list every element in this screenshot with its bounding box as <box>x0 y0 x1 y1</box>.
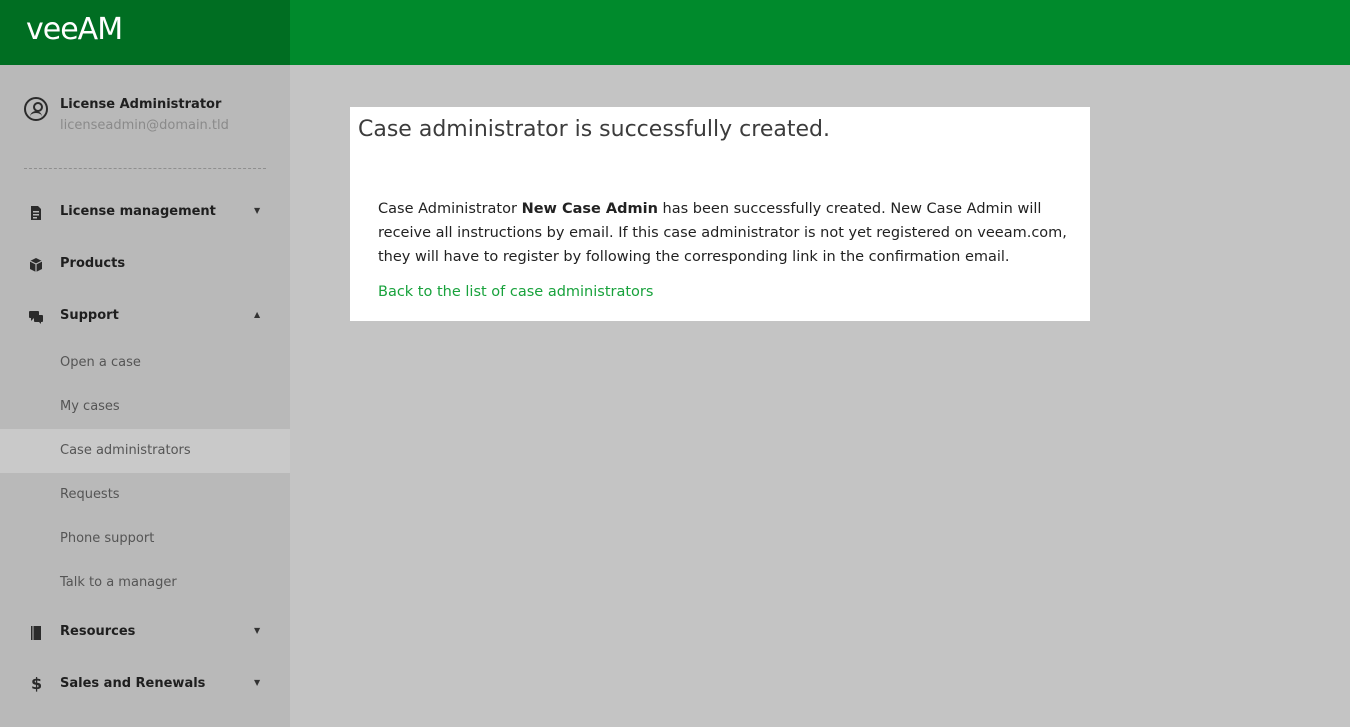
message-prefix: Case Administrator <box>378 201 522 217</box>
sidebar-subitem-label: Talk to a manager <box>60 575 177 590</box>
chat-icon <box>29 311 43 324</box>
document-icon <box>31 206 41 220</box>
back-to-list-link[interactable]: Back to the list of case administrators <box>378 284 653 300</box>
sidebar-subitem-case-administrators[interactable]: Case administrators <box>0 429 290 473</box>
sidebar-item-license-management[interactable]: License management ▼ <box>0 193 290 233</box>
admin-name: New Case Admin <box>521 201 658 217</box>
sidebar-subitem-requests[interactable]: Requests <box>0 473 290 517</box>
sidebar-item-label: License management <box>60 204 216 219</box>
user-email: licenseadmin@domain.tld <box>60 118 229 133</box>
sidebar-divider <box>24 168 266 169</box>
sidebar-item-label: Products <box>60 256 126 271</box>
sidebar-item-sales-and-renewals[interactable]: $ Sales and Renewals ▼ <box>0 665 290 705</box>
sidebar-subitem-talk-to-a-manager[interactable]: Talk to a manager <box>0 561 290 605</box>
confirmation-message: Case Administrator New Case Admin has be… <box>378 197 1078 269</box>
sidebar-item-support[interactable]: Support ▲ <box>0 297 290 337</box>
sidebar-subitem-label: Case administrators <box>60 443 191 458</box>
box-icon <box>29 258 43 272</box>
veeam-logo[interactable]: veeAM <box>26 12 123 47</box>
sidebar: License Administrator licenseadmin@domai… <box>0 65 290 727</box>
chevron-down-icon: ▼ <box>254 206 261 215</box>
sidebar-subitem-label: Phone support <box>60 531 155 546</box>
user-name: License Administrator <box>60 97 222 112</box>
book-icon <box>31 626 41 640</box>
sidebar-item-label: Resources <box>60 624 136 639</box>
sidebar-item-label: Support <box>60 308 119 323</box>
sidebar-subitem-label: Requests <box>60 487 120 502</box>
page-title: Case administrator is successfully creat… <box>358 117 830 142</box>
sidebar-subitem-open-a-case[interactable]: Open a case <box>0 341 290 385</box>
sidebar-subitem-my-cases[interactable]: My cases <box>0 385 290 429</box>
sidebar-item-resources[interactable]: Resources ▼ <box>0 613 290 653</box>
user-profile[interactable]: License Administrator licenseadmin@domai… <box>24 95 274 145</box>
chevron-down-icon: ▼ <box>254 626 261 635</box>
chevron-up-icon: ▲ <box>254 310 261 319</box>
user-avatar-icon <box>24 97 48 121</box>
sidebar-subitem-label: My cases <box>60 399 120 414</box>
chevron-down-icon: ▼ <box>254 678 261 687</box>
sidebar-subitem-phone-support[interactable]: Phone support <box>0 517 290 561</box>
sidebar-item-label: Sales and Renewals <box>60 676 206 691</box>
sidebar-subitem-label: Open a case <box>60 355 141 370</box>
dollar-icon: $ <box>31 674 43 693</box>
confirmation-card: Case administrator is successfully creat… <box>350 107 1090 321</box>
sidebar-item-products[interactable]: Products <box>0 245 290 285</box>
logo-area: veeAM <box>0 0 290 65</box>
